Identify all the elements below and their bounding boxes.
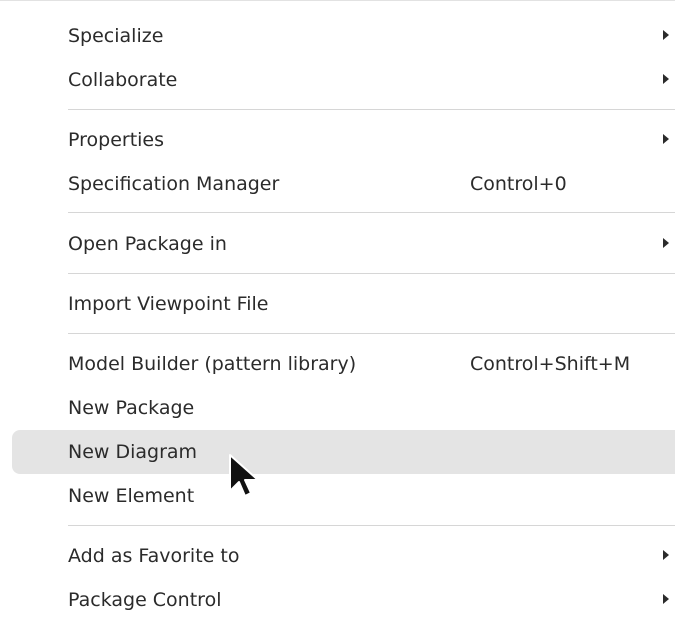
menu-item-package-control[interactable]: Package Control [12, 578, 675, 618]
menu-item-label: Open Package in [68, 233, 227, 255]
menu-item-open-package-in[interactable]: Open Package in [12, 222, 675, 266]
menu-item-label: Import Viewpoint File [68, 293, 269, 315]
menu-separator [68, 525, 675, 526]
menu-item-add-as-favorite-to[interactable]: Add as Favorite to [12, 534, 675, 578]
menu-separator [68, 212, 675, 213]
menu-item-new-package[interactable]: New Package [12, 386, 675, 430]
menu-item-new-element[interactable]: New Element [12, 474, 675, 518]
chevron-right-icon [663, 30, 669, 40]
menu-separator [68, 109, 675, 110]
chevron-right-icon [663, 238, 669, 248]
menu-item-label: Collaborate [68, 69, 178, 91]
menu-item-import-viewpoint-file[interactable]: Import Viewpoint File [12, 282, 675, 326]
menu-item-label: Model Builder (pattern library) [68, 353, 357, 375]
menu-item-label: Package Control [68, 589, 222, 611]
menu-item-specialize[interactable]: Specialize [12, 14, 675, 58]
menu-separator [68, 273, 675, 274]
menu-item-properties[interactable]: Properties [12, 118, 675, 162]
menu-item-label: Specification Manager [68, 173, 280, 195]
chevron-right-icon [663, 594, 669, 604]
menu-item-label: New Package [68, 397, 195, 419]
chevron-right-icon [663, 74, 669, 84]
mouse-pointer-icon [229, 454, 259, 497]
chevron-right-icon [663, 134, 669, 144]
menu-item-new-diagram[interactable]: New Diagram [12, 430, 675, 474]
context-menu: Specialize Collaborate Properties Specif… [0, 0, 675, 618]
menu-item-model-builder[interactable]: Model Builder (pattern library) Control+… [12, 342, 675, 386]
menu-item-label: Add as Favorite to [68, 545, 240, 567]
menu-separator [68, 333, 675, 334]
menu-item-label: New Diagram [68, 441, 198, 463]
chevron-right-icon [663, 550, 669, 560]
menu-item-collaborate[interactable]: Collaborate [12, 58, 675, 102]
menu-item-specification-manager[interactable]: Specification Manager Control+0 [12, 162, 675, 206]
menu-item-shortcut: Control+0 [470, 173, 567, 195]
menu-item-label: New Element [68, 485, 195, 507]
menu-item-shortcut: Control+Shift+M [470, 353, 631, 375]
menu-item-label: Properties [68, 129, 165, 151]
menu-item-label: Specialize [68, 25, 164, 47]
